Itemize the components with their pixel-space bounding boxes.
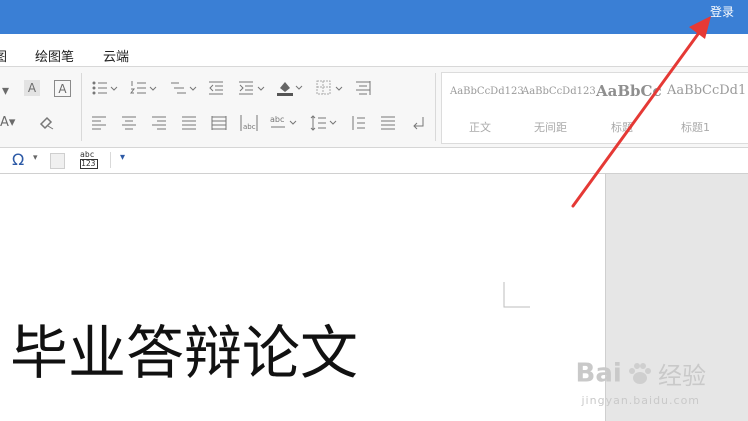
annotation-arrow <box>571 16 711 208</box>
